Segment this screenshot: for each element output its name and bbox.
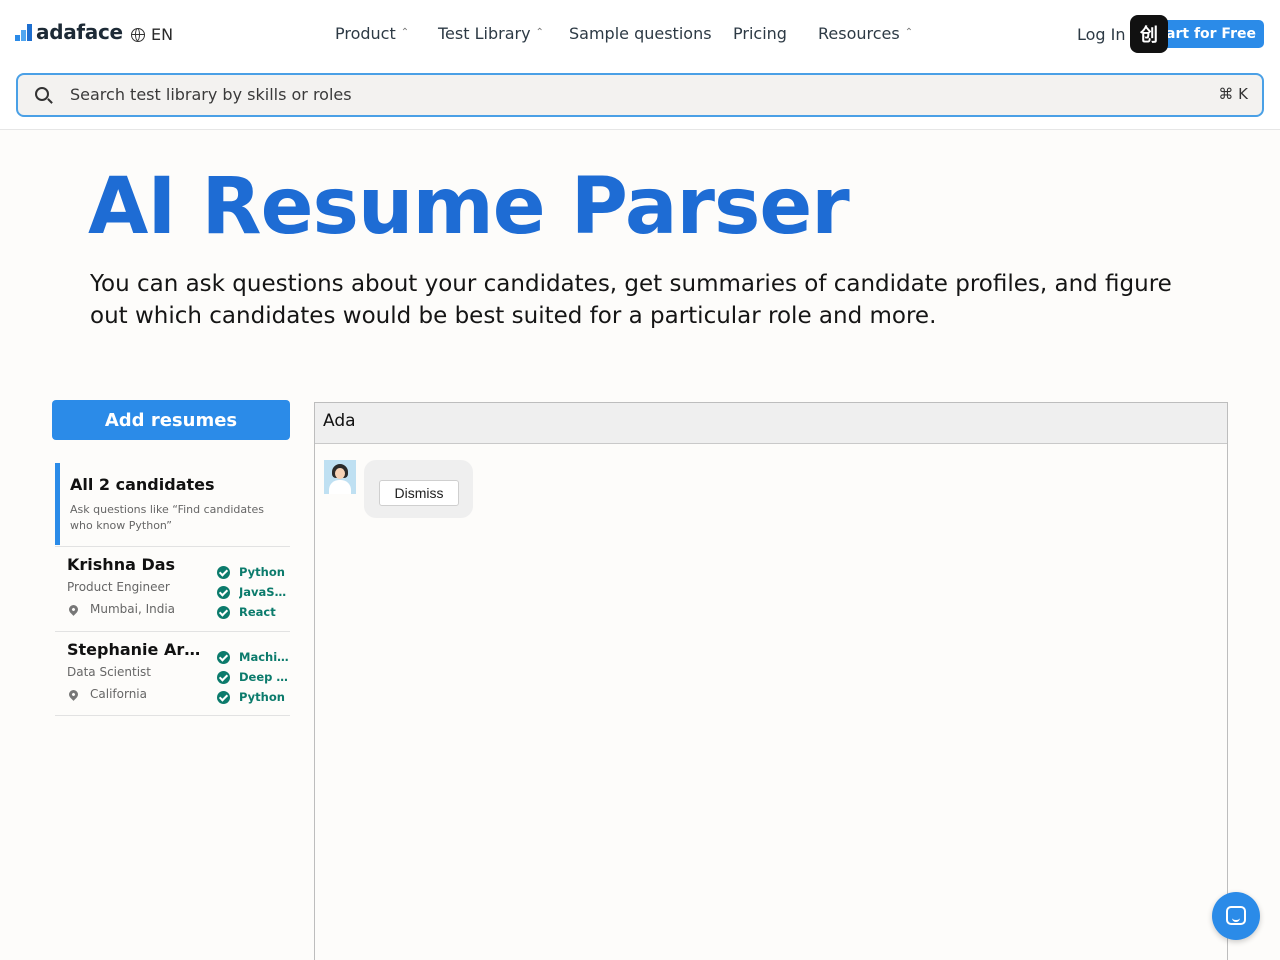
skill-label: Machin…	[239, 650, 292, 664]
search-icon	[35, 87, 49, 101]
nav-label: Resources	[818, 24, 900, 43]
assistant-avatar	[324, 460, 356, 494]
keyboard-shortcut-hint: ⌘ K	[1218, 85, 1248, 103]
candidate-location: California	[67, 687, 147, 701]
candidate-card[interactable]: Stephanie Art… Data Scientist California…	[55, 631, 292, 716]
skill-tag: React	[217, 602, 292, 622]
candidate-list: Krishna Das Product Engineer Mumbai, Ind…	[55, 546, 292, 716]
skill-label: Deep L…	[239, 670, 292, 684]
location-pin-icon	[67, 687, 80, 701]
check-circle-icon	[217, 565, 230, 579]
chat-panel: Ada Dismiss	[314, 402, 1228, 960]
nav-label: Test Library	[438, 24, 531, 43]
dismiss-button[interactable]: Dismiss	[379, 480, 459, 506]
skill-tag: Python	[217, 562, 292, 582]
nav-item-test-library[interactable]: Test Library ⌃	[438, 24, 544, 43]
candidate-card[interactable]: Krishna Das Product Engineer Mumbai, Ind…	[55, 546, 292, 631]
caret-icon: ⌃	[535, 27, 544, 38]
location-text: California	[90, 687, 147, 701]
top-navigation-bar: adaface EN Product ⌃ Test Library ⌃ Samp…	[0, 0, 1280, 130]
chat-message-bubble: Dismiss	[364, 460, 473, 518]
nav-item-pricing[interactable]: Pricing	[733, 24, 787, 43]
language-label: EN	[151, 25, 174, 44]
skill-label: Python	[239, 690, 285, 704]
chat-header: Ada	[315, 403, 1227, 444]
caret-icon: ⌃	[904, 27, 914, 38]
candidate-name: Stephanie Art…	[67, 640, 205, 659]
check-circle-icon	[217, 650, 230, 664]
location-pin-icon	[67, 602, 80, 616]
skill-list: Machin… Deep L… Python	[217, 647, 292, 707]
brand-name: adaface	[36, 20, 123, 44]
page-title: AI Resume Parser	[88, 162, 850, 252]
search-input[interactable]: Search test library by skills or roles	[70, 85, 352, 104]
skill-label: React	[239, 605, 276, 619]
skill-tag: Python	[217, 687, 292, 707]
nav-label: Sample questions	[569, 24, 712, 43]
brand-logo[interactable]: adaface	[15, 20, 123, 44]
candidate-name: Krishna Das	[67, 555, 176, 574]
candidate-role: Product Engineer	[67, 580, 170, 594]
add-resumes-button[interactable]: Add resumes	[52, 400, 290, 440]
adaface-logo-icon	[15, 23, 32, 41]
nav-item-resources[interactable]: Resources ⌃	[818, 24, 913, 43]
skill-label: JavaSc…	[239, 585, 292, 599]
search-bar[interactable]: Search test library by skills or roles ⌘…	[16, 73, 1264, 117]
chat-bubble-icon	[1226, 906, 1246, 925]
candidate-location: Mumbai, India	[67, 602, 175, 616]
all-candidates-item[interactable]: All 2 candidates Ask questions like “Fin…	[55, 463, 290, 545]
nav-label: Pricing	[733, 24, 787, 43]
page-description: You can ask questions about your candida…	[90, 271, 1172, 329]
caret-icon: ⌃	[400, 27, 410, 38]
skill-tag: Machin…	[217, 647, 292, 667]
nav-item-sample-questions[interactable]: Sample questions	[569, 24, 712, 43]
app-overlay-icon[interactable]: 创	[1130, 15, 1168, 53]
skill-label: Python	[239, 565, 285, 579]
check-circle-icon	[217, 690, 230, 704]
skill-tag: JavaSc…	[217, 582, 292, 602]
skill-list: Python JavaSc… React	[217, 562, 292, 622]
location-text: Mumbai, India	[90, 602, 176, 616]
globe-icon	[131, 27, 145, 42]
nav-label: Product	[335, 24, 396, 43]
nav-item-product[interactable]: Product ⌃	[335, 24, 409, 43]
check-circle-icon	[217, 605, 230, 619]
all-candidates-hint: Ask questions like “Find candidates who …	[70, 503, 264, 532]
language-selector[interactable]: EN	[131, 25, 173, 44]
check-circle-icon	[217, 670, 230, 684]
candidate-role: Data Scientist	[67, 665, 151, 679]
all-candidates-title: All 2 candidates	[70, 475, 215, 494]
check-circle-icon	[217, 585, 230, 599]
skill-tag: Deep L…	[217, 667, 292, 687]
login-link[interactable]: Log In	[1077, 25, 1126, 44]
chat-launcher-button[interactable]	[1212, 892, 1260, 940]
